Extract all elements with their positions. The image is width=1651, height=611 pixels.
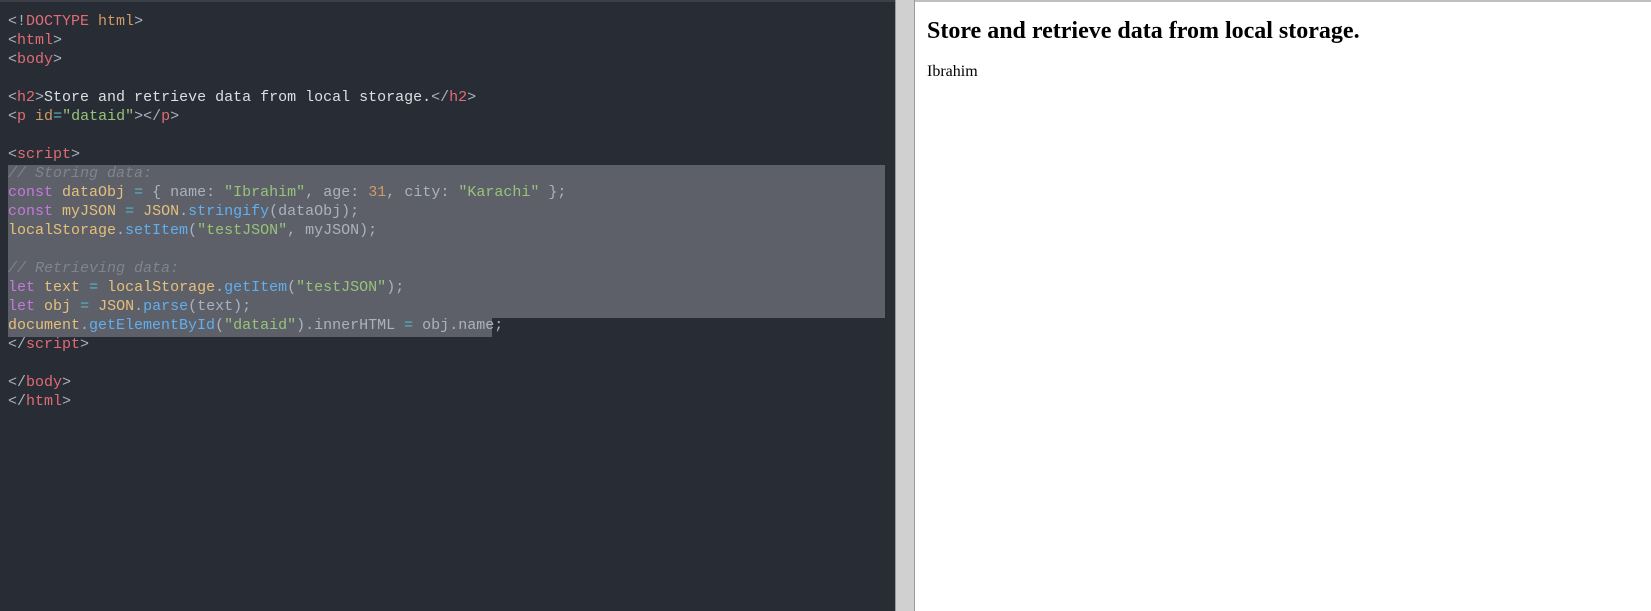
pane-divider[interactable] — [895, 0, 915, 611]
code-editor-pane[interactable]: <!DOCTYPE html> <html> <body> <h2>Store … — [0, 0, 895, 611]
output-pane: Store and retrieve data from local stora… — [915, 0, 1651, 611]
code-content[interactable]: <!DOCTYPE html> <html> <body> <h2>Store … — [8, 12, 887, 411]
output-result: Ibrahim — [927, 63, 1639, 81]
output-heading: Store and retrieve data from local stora… — [927, 18, 1639, 45]
